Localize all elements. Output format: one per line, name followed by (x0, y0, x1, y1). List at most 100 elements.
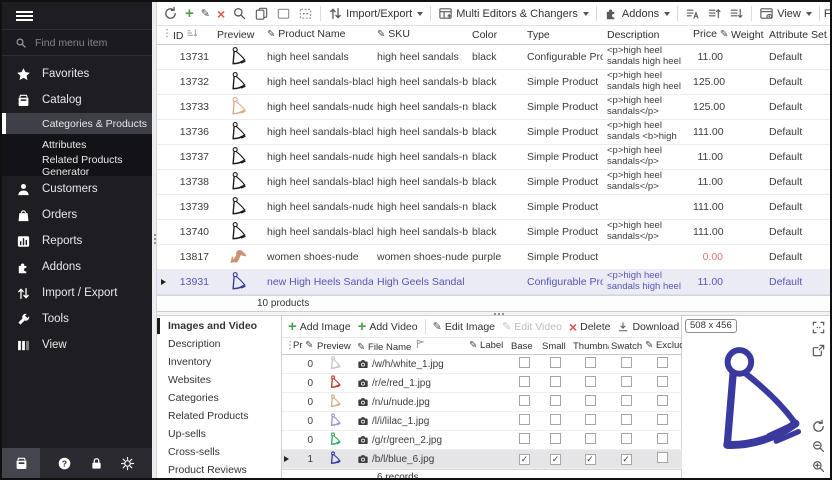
product-row[interactable]: 13740high heel sandals-black-38high heel… (157, 219, 830, 244)
cell-file-name[interactable]: /r/e/red_1.jpg (355, 374, 467, 393)
add-video-button[interactable]: +Add Video (355, 319, 421, 335)
cell-id[interactable]: 13737 (169, 144, 213, 169)
cell-thumbnail[interactable] (571, 393, 609, 412)
image-row[interactable]: 0/w/h/white_1.jpg (282, 355, 682, 374)
cell-color[interactable]: black (468, 69, 523, 94)
cell-price[interactable]: 125.00 (689, 69, 727, 94)
cell-label[interactable] (467, 431, 509, 450)
column-header-weight[interactable]: Weight (727, 26, 765, 44)
cell-file-name[interactable]: /b/l/blue_6.jpg (355, 450, 467, 469)
tab-categories[interactable]: Categories (157, 389, 281, 407)
cell-color[interactable]: black (468, 219, 523, 244)
cell-preview[interactable] (213, 69, 263, 94)
cell-exclude[interactable] (643, 355, 682, 374)
cell-preview[interactable] (213, 94, 263, 119)
cell-type[interactable]: Configurable Product (523, 269, 603, 294)
small-checkbox[interactable] (550, 395, 561, 406)
tab-inventory[interactable]: Inventory (157, 353, 281, 371)
cell-id[interactable]: 13931 (169, 269, 213, 294)
cell-sku[interactable]: women shoes-nude-2 (373, 244, 468, 269)
sidebar-item-import-export[interactable]: Import / Export (2, 280, 152, 306)
cell-type[interactable]: Simple Product (523, 69, 603, 94)
cell-product-name[interactable]: high heel sandals-nude-37 (263, 194, 373, 219)
cell-price[interactable]: 111.00 (689, 219, 727, 244)
cell-color[interactable]: black (468, 94, 523, 119)
sidebar-item-view[interactable]: View (2, 332, 152, 358)
sidebar-subitem-categories-products[interactable]: Categories & Products (2, 113, 152, 134)
cell-description[interactable] (603, 244, 689, 269)
cell-sku[interactable]: High Geels Sandal (373, 269, 468, 294)
cell-description[interactable]: <p>high heel sandals</p> (603, 169, 689, 194)
cell-weight[interactable] (727, 194, 765, 219)
cell-thumbnail[interactable]: ✓ (571, 450, 609, 469)
column-header-description[interactable]: Description (603, 26, 689, 44)
cell-preview[interactable] (315, 450, 355, 469)
cell-label[interactable] (467, 412, 509, 431)
sidebar-subitem-attributes[interactable]: Attributes (2, 134, 152, 155)
cell-color[interactable]: black (468, 144, 523, 169)
cell-product-name[interactable]: high heel sandals-black-37 (263, 169, 373, 194)
cell-preview[interactable] (213, 269, 263, 294)
column-header-color[interactable]: Color (468, 26, 523, 44)
import-export-button[interactable]: Import/Export (325, 4, 426, 23)
cell-color[interactable]: black (468, 44, 523, 69)
column-header-product-name[interactable]: ✎ Product Name (263, 26, 373, 44)
cell-sku[interactable]: high heel sandals-black-37 (373, 169, 468, 194)
cell-weight[interactable] (727, 44, 765, 69)
cell-attribute-set[interactable]: Default (765, 219, 830, 244)
thumbnail-checkbox[interactable] (585, 414, 596, 425)
footer-catalog-button[interactable] (2, 448, 40, 478)
cell-id[interactable]: 13738 (169, 169, 213, 194)
cell-position[interactable]: 1 (291, 450, 315, 469)
base-checkbox[interactable] (519, 414, 530, 425)
cell-product-name[interactable]: high heel sandals-black-38 (263, 219, 373, 244)
cell-color[interactable]: black (468, 119, 523, 144)
cell-exclude[interactable] (643, 431, 682, 450)
cell-type[interactable]: Simple Product (523, 119, 603, 144)
cell-type[interactable]: Simple Product (523, 144, 603, 169)
product-row[interactable]: 13731high heel sandalshigh heel sandalsb… (157, 44, 830, 69)
cell-type[interactable]: Simple Product (523, 94, 603, 119)
tab-product-reviews[interactable]: Product Reviews (157, 461, 281, 479)
cell-position[interactable]: 0 (291, 374, 315, 393)
cell-attribute-set[interactable]: Default (765, 94, 830, 119)
cell-label[interactable] (467, 355, 509, 374)
small-checkbox[interactable] (550, 433, 561, 444)
sidebar-item-reports[interactable]: Reports (2, 228, 152, 254)
cell-weight[interactable] (727, 169, 765, 194)
column-header-position[interactable]: Pr ✎ (291, 338, 315, 355)
image-row[interactable]: 0/r/e/red_1.jpg (282, 374, 682, 393)
column-header-swatch[interactable]: Swatch (609, 338, 643, 355)
cell-small[interactable] (540, 412, 571, 431)
cell-type[interactable]: Simple Product (523, 244, 603, 269)
sidebar-item-customers[interactable]: Customers (2, 176, 152, 202)
cell-sku[interactable]: high heel sandals (373, 44, 468, 69)
base-checkbox[interactable] (519, 376, 530, 387)
cell-weight[interactable] (727, 94, 765, 119)
column-header-type[interactable]: Type (523, 26, 603, 44)
add-product-button[interactable]: + (182, 6, 197, 22)
tab-images-and-video[interactable]: Images and Video (157, 317, 281, 335)
edit-image-button[interactable]: ✎Edit Image (430, 319, 498, 335)
tab-related-products[interactable]: Related Products (157, 407, 281, 425)
hamburger-menu-button[interactable] (2, 2, 152, 29)
exclude-checkbox[interactable] (657, 433, 668, 444)
thumbnail-checkbox[interactable] (585, 395, 596, 406)
cell-description[interactable]: <p>high heel sandals</p> (603, 219, 689, 244)
cell-sku[interactable]: high heel sandals-nude (373, 94, 468, 119)
exclude-checkbox[interactable] (657, 452, 668, 463)
cell-small[interactable]: ✓ (540, 450, 571, 469)
cell-product-name[interactable]: high heel sandals-black-36 (263, 119, 373, 144)
cell-price[interactable]: 0.00 (689, 244, 727, 269)
cell-thumbnail[interactable] (571, 355, 609, 374)
cell-weight[interactable] (727, 244, 765, 269)
cell-swatch[interactable] (609, 374, 643, 393)
cell-swatch[interactable]: ✓ (609, 450, 643, 469)
product-row[interactable]: 13736high heel sandals-black-36high heel… (157, 119, 830, 144)
cell-thumbnail[interactable] (571, 431, 609, 450)
delete-image-button[interactable]: ×Delete (566, 319, 614, 335)
gear-icon[interactable] (120, 456, 135, 471)
sidebar-item-tools[interactable]: Tools (2, 306, 152, 332)
zoom-out-icon[interactable] (811, 439, 826, 454)
cell-description[interactable]: <p>high heel sandals <b>high heel san… (603, 119, 689, 144)
